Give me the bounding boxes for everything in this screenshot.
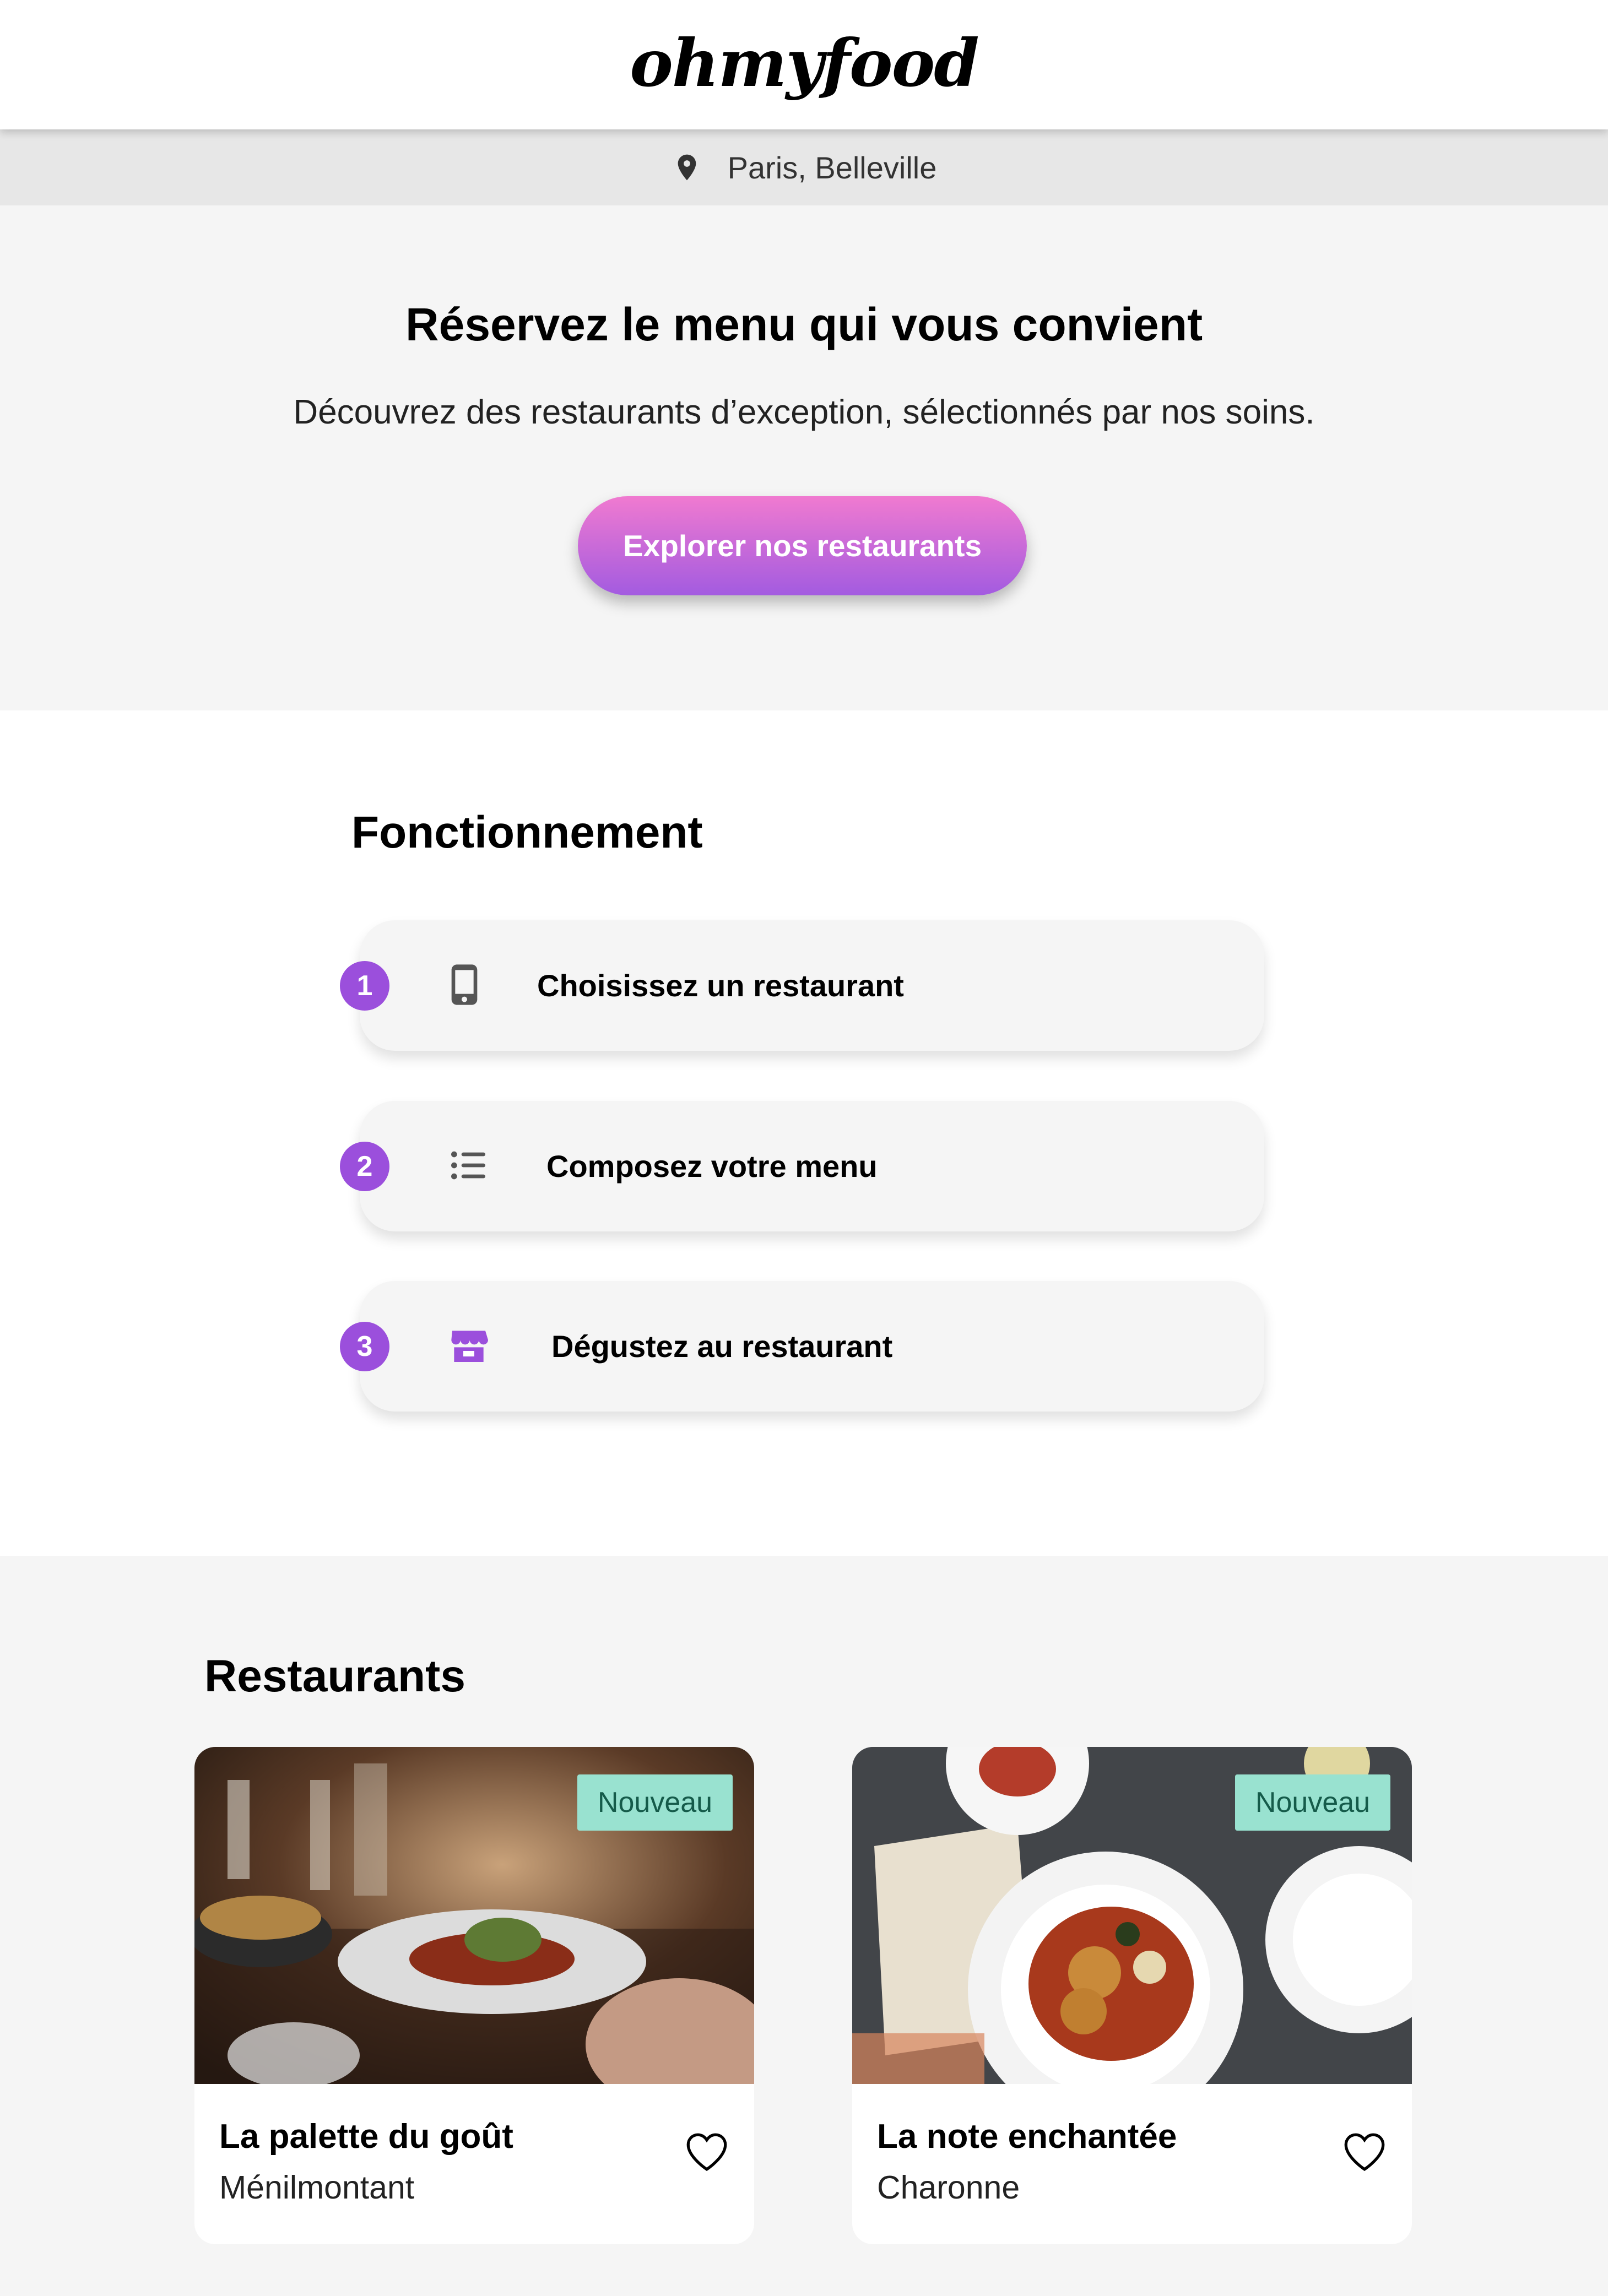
heart-outline-icon[interactable] bbox=[682, 2127, 732, 2176]
mobile-phone-icon bbox=[440, 960, 489, 1009]
step-card: 2 Composez votre menu bbox=[340, 1101, 1264, 1231]
new-badge: Nouveau bbox=[577, 1774, 733, 1831]
how-it-works-section: Fonctionnement 1 Choisissez un restauran… bbox=[0, 710, 1608, 1556]
site-header: ohmyfood bbox=[0, 0, 1608, 129]
hero-subtitle: Découvrez des restaurants d’exception, s… bbox=[293, 393, 1315, 431]
step-number: 1 bbox=[340, 961, 389, 1011]
hero-section: Réservez le menu qui vous convient Décou… bbox=[0, 205, 1608, 710]
step-card: 1 Choisissez un restaurant bbox=[340, 920, 1264, 1051]
restaurant-location: Ménilmontant bbox=[219, 2169, 415, 2206]
section-title: Fonctionnement bbox=[351, 807, 703, 857]
restaurant-card[interactable]: Nouveau La note enchantée Charonne bbox=[852, 1747, 1412, 2244]
step-label: Composez votre menu bbox=[546, 1149, 878, 1184]
hero-title: Réservez le menu qui vous convient bbox=[405, 298, 1203, 350]
step-number: 3 bbox=[340, 1322, 389, 1371]
new-badge: Nouveau bbox=[1235, 1774, 1390, 1831]
location-label: Paris, Belleville bbox=[727, 150, 937, 185]
restaurants-section: Restaurants Nouveau La palette du goût M… bbox=[0, 1556, 1608, 2296]
location-bar: Paris, Belleville bbox=[0, 129, 1608, 205]
section-title: Restaurants bbox=[204, 1651, 465, 1701]
step-label: Dégustez au restaurant bbox=[551, 1329, 893, 1364]
list-icon bbox=[444, 1141, 494, 1190]
logo[interactable]: ohmyfood bbox=[630, 25, 979, 101]
restaurant-name: La palette du goût bbox=[219, 2118, 513, 2156]
explore-restaurants-button[interactable]: Explorer nos restaurants bbox=[578, 496, 1027, 595]
restaurant-name: La note enchantée bbox=[877, 2118, 1177, 2156]
restaurant-card[interactable]: Nouveau La palette du goût Ménilmontant bbox=[194, 1747, 754, 2244]
restaurant-location: Charonne bbox=[877, 2169, 1020, 2206]
step-number: 2 bbox=[340, 1142, 389, 1191]
step-label: Choisissez un restaurant bbox=[537, 968, 904, 1003]
heart-outline-icon[interactable] bbox=[1340, 2127, 1389, 2176]
location-pin-icon bbox=[678, 154, 696, 181]
step-card: 3 Dégustez au restaurant bbox=[340, 1281, 1264, 1412]
store-icon bbox=[444, 1321, 494, 1370]
